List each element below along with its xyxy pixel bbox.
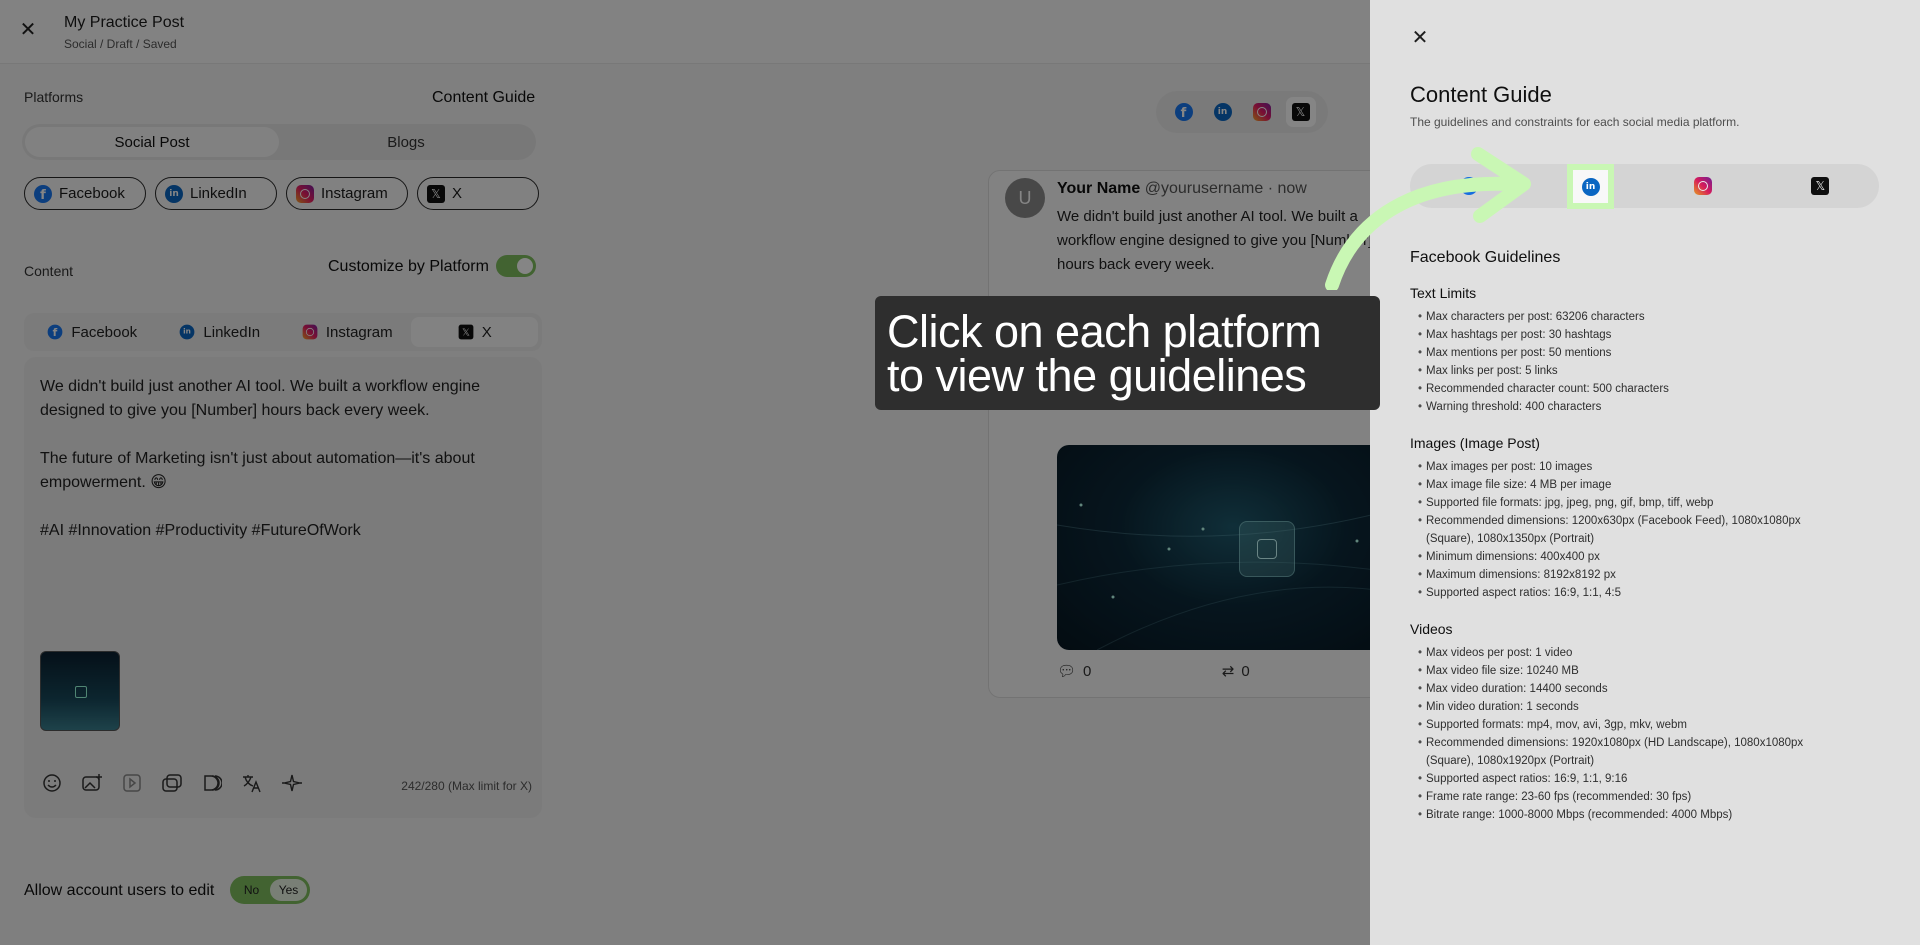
list-item: Max video file size: 10240 MB: [1410, 662, 1850, 680]
section-heading: Videos: [1410, 621, 1453, 637]
list-item: Supported formats: mp4, mov, avi, 3gp, m…: [1410, 716, 1850, 734]
tooltip-text: Click on each platform to view the guide…: [887, 306, 1322, 401]
list-item: Warning threshold: 400 characters: [1410, 398, 1850, 416]
guide-tab-instagram[interactable]: [1681, 164, 1725, 208]
list-item: Recommended character count: 500 charact…: [1410, 380, 1850, 398]
list-item: Max images per post: 10 images: [1410, 458, 1850, 476]
close-icon[interactable]: ✕: [1410, 28, 1430, 48]
list-item: Max videos per post: 1 video: [1410, 644, 1850, 662]
guide-tab-x[interactable]: 𝕏: [1798, 164, 1842, 208]
list-item: Minimum dimensions: 400x400 px: [1410, 548, 1850, 566]
panel-title: Content Guide: [1410, 82, 1552, 107]
section-list: Max videos per post: 1 video Max video f…: [1410, 644, 1850, 824]
guidelines-body: Text Limits Max characters per post: 632…: [1410, 285, 1850, 843]
guide-tab-facebook[interactable]: f: [1447, 164, 1491, 208]
list-item: Frame rate range: 23-60 fps (recommended…: [1410, 788, 1850, 806]
x-icon: 𝕏: [1811, 177, 1830, 195]
list-item: Max hashtags per post: 30 hashtags: [1410, 326, 1850, 344]
instagram-icon: [1694, 177, 1713, 195]
facebook-icon: f: [1459, 177, 1478, 195]
section-list: Max images per post: 10 images Max image…: [1410, 458, 1850, 602]
section-list: Max characters per post: 63206 character…: [1410, 308, 1850, 416]
list-item: Max video duration: 14400 seconds: [1410, 680, 1850, 698]
list-item: Recommended dimensions: 1200x630px (Face…: [1410, 512, 1850, 548]
list-item: Recommended dimensions: 1920x1080px (HD …: [1410, 734, 1850, 770]
list-item: Max image file size: 4 MB per image: [1410, 476, 1850, 494]
section-heading: Text Limits: [1410, 285, 1477, 301]
guidelines-title: Facebook Guidelines: [1410, 249, 1561, 266]
list-item: Supported aspect ratios: 16:9, 1:1, 9:16: [1410, 770, 1850, 788]
highlighted-linkedin-tab[interactable]: in: [1567, 164, 1614, 209]
list-item: Supported file formats: jpg, jpeg, png, …: [1410, 494, 1850, 512]
list-item: Min video duration: 1 seconds: [1410, 698, 1850, 716]
walkthrough-tooltip: Click on each platform to view the guide…: [875, 296, 1380, 410]
list-item: Max mentions per post: 50 mentions: [1410, 344, 1850, 362]
section-heading: Images (Image Post): [1410, 435, 1540, 451]
linkedin-icon: in: [1581, 177, 1600, 196]
content-guide-panel: ✕ Content Guide The guidelines and const…: [1370, 0, 1920, 945]
guide-platform-tabs: f in 𝕏: [1410, 164, 1879, 208]
panel-subtitle: The guidelines and constraints for each …: [1410, 115, 1740, 129]
list-item: Supported aspect ratios: 16:9, 1:1, 4:5: [1410, 584, 1850, 602]
list-item: Maximum dimensions: 8192x8192 px: [1410, 566, 1850, 584]
list-item: Max characters per post: 63206 character…: [1410, 308, 1850, 326]
list-item: Max links per post: 5 links: [1410, 362, 1850, 380]
list-item: Bitrate range: 1000-8000 Mbps (recommend…: [1410, 806, 1850, 824]
